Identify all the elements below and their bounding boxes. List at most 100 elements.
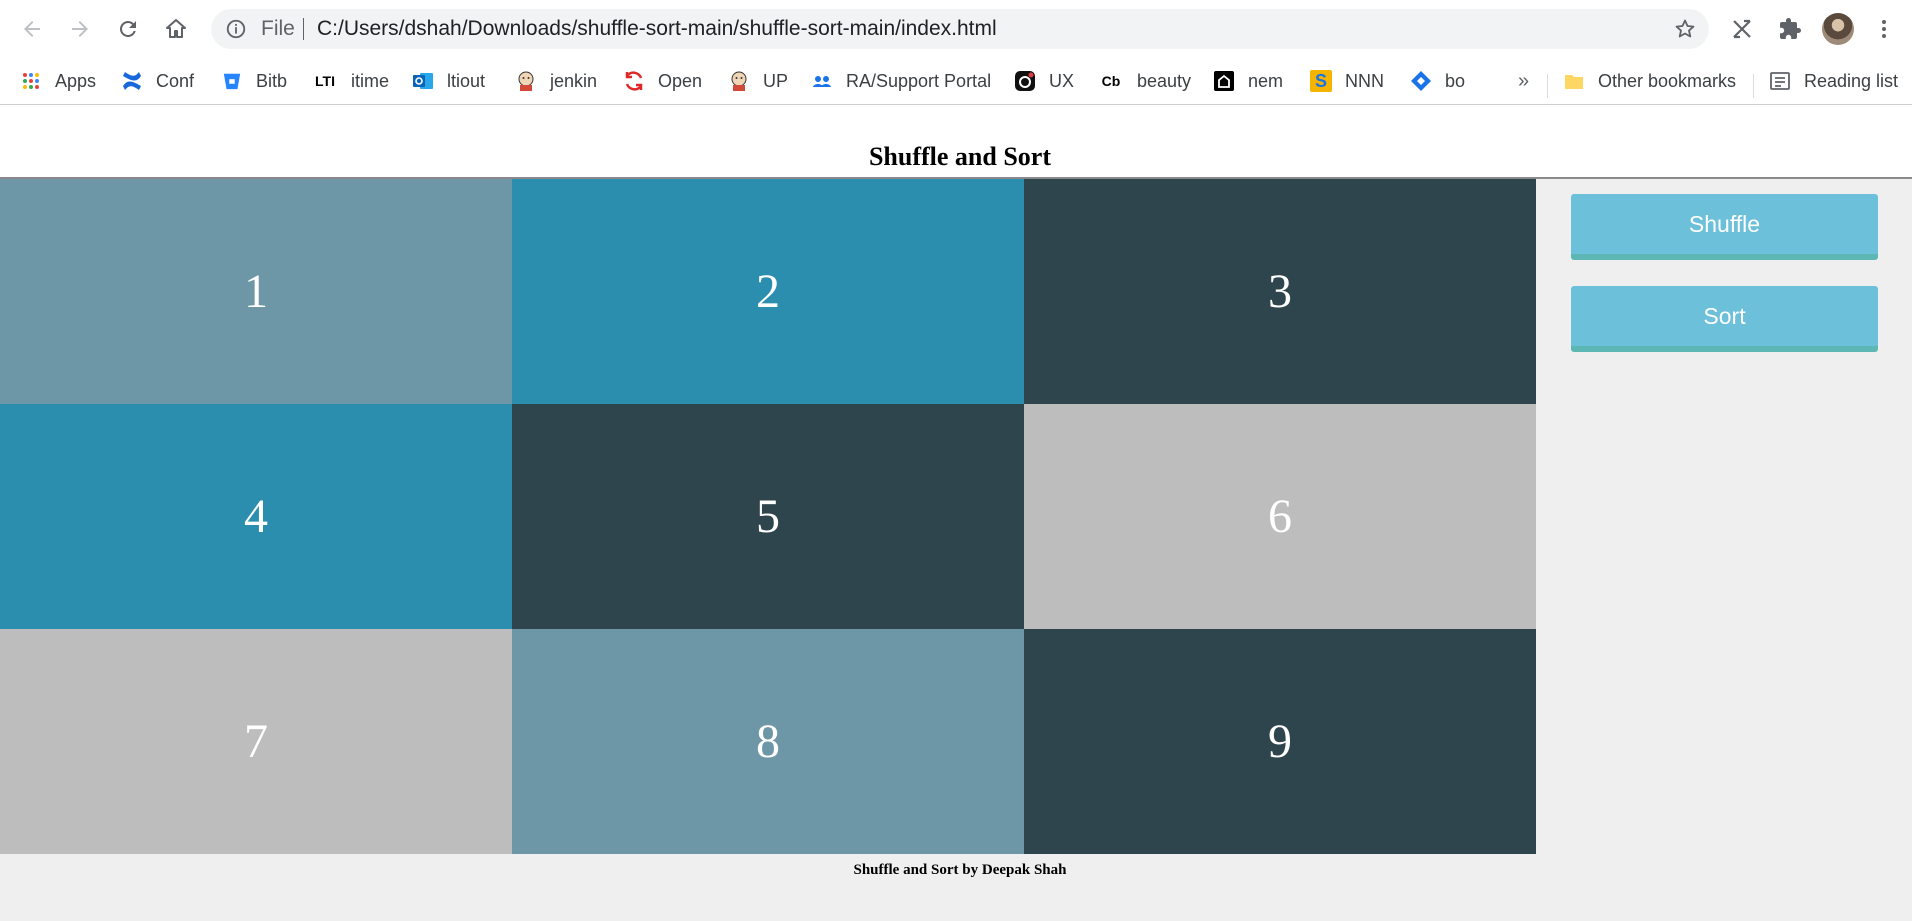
profile-button[interactable] xyxy=(1818,9,1858,49)
other-bookmarks[interactable]: Other bookmarks xyxy=(1563,67,1736,95)
footer-credit: Shuffle and Sort by Deepak Shah xyxy=(853,862,1067,878)
diamond-icon xyxy=(1410,70,1432,92)
menu-button[interactable] xyxy=(1864,9,1904,49)
reading-list[interactable]: Reading list xyxy=(1769,67,1898,95)
bookmark-beauty[interactable]: Cb beauty xyxy=(1098,67,1191,95)
jenkins-icon xyxy=(728,70,750,92)
bookmark-label: Other bookmarks xyxy=(1598,70,1737,91)
bookmark-label: Bitb xyxy=(256,70,288,91)
sort-button[interactable]: Sort xyxy=(1571,286,1878,352)
divider xyxy=(303,18,304,40)
divider xyxy=(1753,74,1754,98)
extension-x-button[interactable] xyxy=(1722,9,1762,49)
url-text[interactable]: C:/Users/dshah/Downloads/shuffle-sort-ma… xyxy=(317,17,997,41)
tile-6: 6 xyxy=(1024,404,1536,629)
avatar xyxy=(1822,13,1854,45)
reload-icon xyxy=(119,20,136,37)
star-bookmark-icon[interactable] xyxy=(1673,17,1697,41)
bookmark-label: Open xyxy=(658,70,703,91)
browser-toolbar: File C:/Users/dshah/Downloads/shuffle-so… xyxy=(0,0,1912,58)
extensions-button[interactable] xyxy=(1770,9,1810,49)
bookmark-jenkin[interactable]: jenkin xyxy=(515,67,597,95)
home-button[interactable] xyxy=(156,9,196,49)
tile-9: 9 xyxy=(1024,629,1536,854)
bookmark-nem[interactable]: nem xyxy=(1213,67,1283,95)
bookmark-label: NNN xyxy=(1345,70,1384,91)
bookmark-ux[interactable]: UX xyxy=(1014,67,1074,95)
bookmark-bitb[interactable]: Bitb xyxy=(221,67,287,95)
nnn-icon: S xyxy=(1310,70,1332,92)
bookmark-label: Apps xyxy=(55,70,97,91)
home-icon xyxy=(166,19,186,38)
tile-grid: 1 2 3 4 5 6 7 8 9 xyxy=(0,179,1536,854)
bookmarks-overflow-button[interactable]: » xyxy=(1518,67,1529,95)
arrow-right-icon xyxy=(72,21,88,37)
bookmark-label: RA/Support Portal xyxy=(846,70,992,91)
bookmark-nnn[interactable]: S NNN xyxy=(1310,67,1384,95)
shuffle-button[interactable]: Shuffle xyxy=(1571,194,1878,260)
ux-icon xyxy=(1014,70,1036,92)
tile-number: 4 xyxy=(244,490,268,543)
tile-number: 8 xyxy=(756,715,780,768)
cb-icon: Cb xyxy=(1101,73,1121,89)
reload-button[interactable] xyxy=(108,9,148,49)
puzzle-icon xyxy=(1780,18,1801,39)
x-logo-icon xyxy=(1733,19,1751,39)
forward-button[interactable] xyxy=(60,9,100,49)
tile-number: 9 xyxy=(1268,715,1292,768)
controls-panel: Shuffle Sort xyxy=(1571,194,1878,378)
bookmark-apps[interactable]: Apps xyxy=(20,67,96,95)
apps-grid-icon xyxy=(20,70,42,92)
tile-number: 5 xyxy=(756,490,780,543)
tile-2: 2 xyxy=(512,179,1024,404)
kebab-menu-icon xyxy=(1882,20,1886,38)
outlook-icon xyxy=(412,70,434,92)
tile-5: 5 xyxy=(512,404,1024,629)
tile-number: 6 xyxy=(1268,490,1292,543)
bookmark-label: Reading list xyxy=(1804,70,1899,91)
address-bar[interactable]: File C:/Users/dshah/Downloads/shuffle-so… xyxy=(211,9,1709,49)
tile-1: 1 xyxy=(0,179,512,404)
bitbucket-icon xyxy=(221,70,243,92)
scheme-label: File xyxy=(261,17,295,40)
bookmark-conf[interactable]: Conf xyxy=(121,67,194,95)
tile-8: 8 xyxy=(512,629,1024,854)
page-header: Shuffle and Sort xyxy=(0,105,1912,179)
bookmarks-bar: Apps Conf Bitb LTI itime ltiout jenkin O… xyxy=(0,58,1912,105)
support-portal-icon xyxy=(811,70,833,92)
bookmark-open[interactable]: Open xyxy=(623,67,702,95)
jenkins-icon xyxy=(515,70,537,92)
tile-3: 3 xyxy=(1024,179,1536,404)
bookmark-label: UP xyxy=(763,70,789,91)
bookmark-label: ltiout xyxy=(447,70,486,91)
lti-icon: LTI xyxy=(315,73,335,89)
folder-icon xyxy=(1563,70,1585,92)
info-icon[interactable] xyxy=(225,18,247,40)
arrow-left-icon xyxy=(24,21,40,37)
bookmark-label: UX xyxy=(1049,70,1075,91)
tile-number: 7 xyxy=(244,715,268,768)
tile-number: 3 xyxy=(1268,265,1292,318)
tile-4: 4 xyxy=(0,404,512,629)
bookmark-label: jenkin xyxy=(550,70,598,91)
bookmark-label: beauty xyxy=(1137,70,1192,91)
page-title: Shuffle and Sort xyxy=(868,142,1052,171)
bookmark-label: itime xyxy=(351,70,390,91)
bookmark-itime[interactable]: LTI itime xyxy=(312,67,389,95)
back-button[interactable] xyxy=(12,9,52,49)
bookmark-label: bo xyxy=(1445,70,1466,91)
tile-number: 1 xyxy=(244,265,268,318)
bookmark-ltiout[interactable]: ltiout xyxy=(412,67,485,95)
nem-icon xyxy=(1213,70,1235,92)
bookmark-up[interactable]: UP xyxy=(728,67,788,95)
bookmark-ra-support-portal[interactable]: RA/Support Portal xyxy=(811,67,991,95)
divider xyxy=(1547,74,1548,98)
bookmark-bo[interactable]: bo xyxy=(1410,67,1465,95)
bookmark-label: Conf xyxy=(156,70,195,91)
reading-list-icon xyxy=(1769,70,1791,92)
tile-7: 7 xyxy=(0,629,512,854)
open-sync-icon xyxy=(623,70,645,92)
confluence-icon xyxy=(121,70,143,92)
bookmark-label: nem xyxy=(1248,70,1284,91)
tile-number: 2 xyxy=(756,265,780,318)
